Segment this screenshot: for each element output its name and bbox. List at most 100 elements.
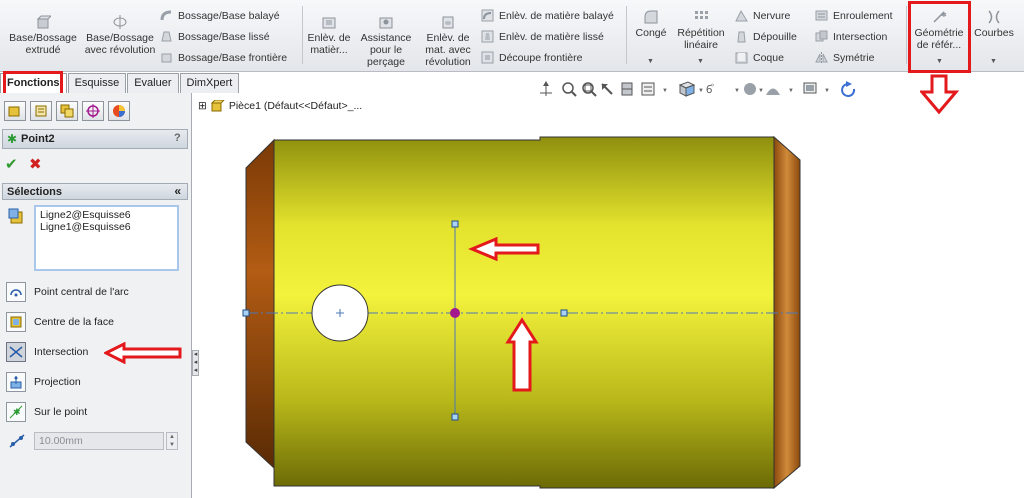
hide-show-items-icon[interactable]: 6ⷪ bbox=[706, 83, 714, 96]
zoom-area-icon[interactable] bbox=[582, 82, 597, 97]
fillet-dropdown-icon[interactable]: ▼ bbox=[647, 58, 654, 65]
line-endpoint-handle[interactable] bbox=[451, 413, 459, 421]
help-icon[interactable]: ? bbox=[174, 132, 181, 144]
curves-label: Courbes bbox=[974, 27, 1014, 39]
configuration-manager-tab-icon[interactable] bbox=[56, 101, 78, 121]
option-intersection[interactable]: Intersection bbox=[6, 341, 88, 363]
option-projection[interactable]: Projection bbox=[6, 371, 81, 393]
view-orientation-icon[interactable] bbox=[540, 81, 552, 96]
collapse-icon[interactable]: « bbox=[174, 184, 181, 198]
curves-button[interactable]: Courbes bbox=[970, 9, 1018, 39]
annotation-arrow-down bbox=[920, 74, 960, 115]
svg-text:▼: ▼ bbox=[698, 88, 704, 94]
dynamic-annotation-icon[interactable] bbox=[641, 82, 655, 96]
ribbon-divider bbox=[302, 6, 303, 64]
left-chamfer-face[interactable] bbox=[245, 138, 275, 470]
previous-view-icon[interactable] bbox=[601, 83, 613, 95]
mirror-icon bbox=[815, 52, 828, 63]
rib-label: Nervure bbox=[753, 9, 791, 22]
option-face-center[interactable]: Centre de la face bbox=[6, 311, 114, 333]
cut-revolve-button[interactable]: Enlèv. de mat. avec révolution bbox=[418, 14, 478, 68]
line-endpoint-handle[interactable] bbox=[242, 309, 250, 317]
tab-esquisse[interactable]: Esquisse bbox=[67, 73, 127, 93]
cancel-button[interactable]: ✖ bbox=[29, 155, 42, 173]
annotation-box-reference-geometry bbox=[908, 1, 971, 73]
mirror-label: Symétrie bbox=[833, 51, 875, 64]
selections-title: Sélections bbox=[7, 186, 63, 198]
graphics-area[interactable] bbox=[200, 120, 1024, 498]
base-extrude-button[interactable]: Base/Bossage extrudé bbox=[6, 14, 80, 56]
revolve-icon bbox=[113, 15, 127, 29]
panel-splitter-handle[interactable]: ◂ ◂ ◂ bbox=[192, 350, 199, 376]
cut-sweep-label: Enlèv. de matière balayé bbox=[499, 9, 614, 22]
option-on-point[interactable]: ✱ Sur le point bbox=[6, 401, 87, 423]
option-arc-center[interactable]: Point central de l'arc bbox=[6, 281, 129, 303]
selection-list[interactable]: Ligne2@Esquisse6 Ligne1@Esquisse6 bbox=[34, 205, 179, 271]
svg-text:▼: ▼ bbox=[824, 88, 830, 94]
cut-sweep-button[interactable]: Enlèv. de matière balayé bbox=[481, 9, 614, 22]
option-label: Sur le point bbox=[34, 406, 88, 418]
rib-button[interactable]: Nervure bbox=[735, 9, 790, 22]
view-settings-icon[interactable] bbox=[803, 82, 817, 94]
boss-boundary-button[interactable]: Bossage/Base frontière bbox=[160, 51, 287, 64]
svg-text:▼: ▼ bbox=[662, 88, 668, 94]
wrap-button[interactable]: Enroulement bbox=[815, 9, 893, 22]
view-orientation-cube-icon[interactable] bbox=[678, 81, 696, 97]
intersect-button[interactable]: Intersection bbox=[815, 30, 887, 43]
distance-input[interactable]: 10.00mm bbox=[34, 432, 164, 450]
dimxpert-manager-tab-icon[interactable] bbox=[82, 101, 104, 121]
cut-extrude-label: Enlèv. de matièr... bbox=[307, 32, 351, 56]
cut-loft-button[interactable]: Enlèv. de matière lissé bbox=[481, 30, 604, 43]
fillet-icon bbox=[644, 10, 658, 24]
base-revolve-button[interactable]: Base/Bossage avec révolution bbox=[84, 14, 156, 56]
linear-pattern-button[interactable]: Répétition linéaire bbox=[674, 9, 728, 51]
display-manager-tab-icon[interactable] bbox=[108, 101, 130, 121]
svg-text:▼: ▼ bbox=[734, 88, 740, 94]
hole-wizard-button[interactable]: Assistance pour le perçage bbox=[356, 14, 416, 68]
linear-pattern-label: Répétition linéaire bbox=[677, 27, 725, 51]
section-view-icon[interactable] bbox=[621, 82, 633, 96]
pattern-dropdown-icon[interactable]: ▼ bbox=[697, 58, 704, 65]
rotate-view-icon[interactable] bbox=[841, 81, 856, 97]
line-endpoint-handle[interactable] bbox=[560, 309, 568, 317]
hole-wizard-icon bbox=[379, 17, 393, 29]
shell-button[interactable]: Coque bbox=[735, 51, 784, 64]
annotation-arrow-left bbox=[104, 342, 182, 364]
draft-icon bbox=[737, 31, 746, 43]
selections-header[interactable]: Sélections « bbox=[2, 183, 188, 200]
svg-text:▼: ▼ bbox=[788, 88, 794, 94]
cut-sweep-icon bbox=[481, 9, 494, 22]
intersection-point-marker[interactable] bbox=[450, 308, 460, 318]
boss-loft-button[interactable]: Bossage/Base lissé bbox=[160, 30, 270, 43]
svg-text:▼: ▼ bbox=[758, 88, 764, 94]
property-manager-tab-icon[interactable] bbox=[30, 101, 52, 121]
ribbon-divider bbox=[626, 6, 627, 64]
curves-dropdown-icon[interactable]: ▼ bbox=[990, 58, 997, 65]
feature-tree-root[interactable]: ⊞ Pièce1 (Défaut<<Défaut>_... bbox=[198, 100, 362, 112]
zoom-fit-icon[interactable] bbox=[562, 82, 577, 97]
feature-tree-tab-icon[interactable] bbox=[4, 101, 26, 121]
cut-revolve-icon bbox=[442, 16, 454, 29]
boss-boundary-label: Bossage/Base frontière bbox=[178, 51, 288, 64]
selection-item[interactable]: Ligne1@Esquisse6 bbox=[40, 221, 173, 233]
apply-scene-icon[interactable] bbox=[766, 88, 780, 96]
expand-icon[interactable]: ⊞ bbox=[198, 100, 207, 112]
edit-appearance-icon[interactable] bbox=[744, 83, 756, 95]
boss-sweep-button[interactable]: Bossage/Base balayé bbox=[160, 9, 280, 22]
cut-extrude-button[interactable]: Enlèv. de matièr... bbox=[306, 14, 352, 56]
distance-spinner[interactable]: ▲ ▼ bbox=[166, 432, 178, 450]
draft-button[interactable]: Dépouille bbox=[735, 30, 797, 43]
cut-boundary-icon bbox=[481, 51, 494, 64]
ok-button[interactable]: ✔ bbox=[5, 155, 18, 173]
tab-dimxpert[interactable]: DimXpert bbox=[179, 73, 240, 93]
mirror-button[interactable]: Symétrie bbox=[815, 51, 874, 64]
line-endpoint-handle[interactable] bbox=[451, 220, 459, 228]
base-revolve-label: Base/Bossage avec révolution bbox=[84, 32, 156, 56]
cut-boundary-button[interactable]: Découpe frontière bbox=[481, 51, 582, 64]
option-label: Intersection bbox=[34, 346, 89, 358]
fillet-button[interactable]: Congé bbox=[632, 9, 670, 39]
tab-evaluer[interactable]: Evaluer bbox=[127, 73, 179, 93]
selection-item[interactable]: Ligne2@Esquisse6 bbox=[40, 209, 173, 221]
arc-center-icon bbox=[6, 282, 26, 302]
part-name: Pièce1 (Défaut<<Défaut>_... bbox=[228, 100, 363, 112]
